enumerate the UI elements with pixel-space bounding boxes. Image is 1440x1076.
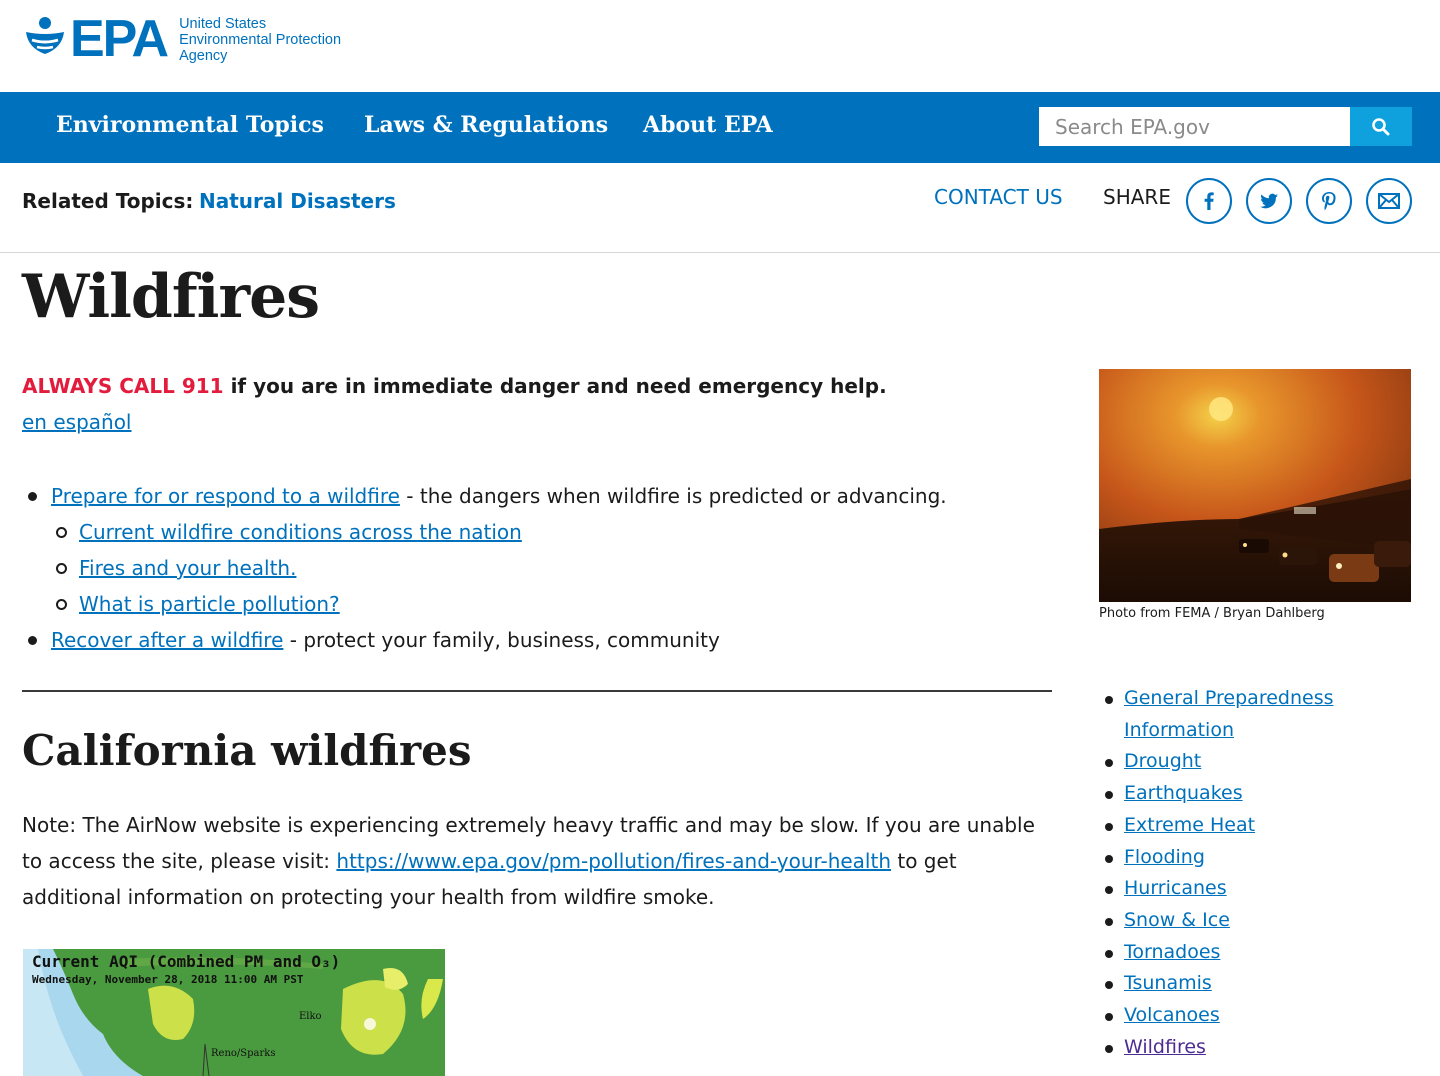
aqi-map-image[interactable]: Current AQI (Combined PM and O₃) Wednesd…: [23, 949, 445, 1076]
map-city-label: Reno/Sparks: [211, 1048, 276, 1059]
current-conditions-link[interactable]: Current wildfire conditions across the n…: [79, 520, 522, 544]
aqi-map-timestamp: Wednesday, November 28, 2018 11:00 AM PS…: [32, 973, 304, 986]
list-item-description: - protect your family, business, communi…: [283, 628, 720, 652]
pinterest-share-button[interactable]: [1306, 178, 1352, 224]
main-navigation: Environmental Topics Laws & Regulations …: [0, 92, 1440, 163]
list-item: Information: [1099, 715, 1419, 747]
map-city-label: Elko: [299, 1011, 322, 1022]
facebook-share-button[interactable]: [1186, 178, 1232, 224]
section-title: California wildfires: [22, 726, 472, 775]
epa-logo[interactable]: EPA United States Environmental Protecti…: [22, 10, 341, 68]
hurricanes-link[interactable]: Hurricanes: [1124, 877, 1227, 899]
facebook-icon: [1204, 192, 1214, 210]
twitter-icon: [1260, 193, 1278, 209]
twitter-share-button[interactable]: [1246, 178, 1292, 224]
alert-emphasis: ALWAYS CALL 911: [22, 374, 224, 398]
prepare-respond-link[interactable]: Prepare for or respond to a wildfire: [51, 484, 400, 508]
alert-text: if you are in immediate danger and need …: [223, 374, 887, 398]
list-item: Earthquakes: [1099, 778, 1419, 810]
snow-ice-link[interactable]: Snow & Ice: [1124, 909, 1230, 931]
flooding-link[interactable]: Flooding: [1124, 846, 1205, 868]
list-item: What is particle pollution?: [22, 586, 1062, 622]
tsunamis-link[interactable]: Tsunamis: [1124, 972, 1212, 994]
related-topics-bar: Related Topics: Natural Disasters CONTAC…: [0, 163, 1440, 253]
recover-after-link[interactable]: Recover after a wildfire: [51, 628, 283, 652]
contact-us-link[interactable]: CONTACT US: [934, 185, 1063, 209]
list-item: Snow & Ice: [1099, 905, 1419, 937]
agency-line: Agency: [179, 48, 228, 64]
earthquakes-link[interactable]: Earthquakes: [1124, 782, 1243, 804]
list-item: Recover after a wildfire - protect your …: [22, 622, 1062, 658]
share-label: SHARE: [1103, 185, 1171, 209]
tornadoes-link[interactable]: Tornadoes: [1124, 941, 1220, 963]
wildfire-photo: [1099, 369, 1411, 602]
list-item: Fires and your health.: [22, 550, 1062, 586]
list-item: Drought: [1099, 746, 1419, 778]
page-title: Wildfires: [22, 262, 320, 332]
nav-about-epa[interactable]: About EPA: [643, 112, 773, 138]
airnow-note: Note: The AirNow website is experiencing…: [22, 807, 1057, 915]
nav-environmental-topics[interactable]: Environmental Topics: [56, 112, 324, 138]
section-divider: [22, 690, 1052, 692]
list-item: Prepare for or respond to a wildfire - t…: [22, 478, 1062, 514]
disaster-links-list: General Preparedness Information Drought…: [1099, 683, 1419, 1063]
general-preparedness-link[interactable]: General Preparedness: [1124, 687, 1334, 709]
aqi-map-title: Current AQI (Combined PM and O₃): [32, 952, 341, 971]
search-input[interactable]: [1039, 107, 1350, 146]
envelope-icon: [1378, 193, 1400, 209]
list-item: General Preparedness: [1099, 683, 1419, 715]
agency-line: United States: [179, 16, 267, 32]
agency-name: United States Environmental Protection A…: [179, 16, 341, 64]
nav-laws-regulations[interactable]: Laws & Regulations: [364, 112, 608, 138]
site-header: EPA United States Environmental Protecti…: [0, 0, 1440, 92]
fires-health-link[interactable]: Fires and your health.: [79, 556, 296, 580]
list-item: Flooding: [1099, 842, 1419, 874]
related-topic-natural-disasters[interactable]: Natural Disasters: [199, 189, 396, 213]
general-preparedness-link-line2[interactable]: Information: [1124, 719, 1234, 741]
photo-caption: Photo from FEMA / Bryan Dahlberg: [1099, 606, 1325, 621]
list-item: Wildfires: [1099, 1032, 1419, 1064]
list-item: Extreme Heat: [1099, 810, 1419, 842]
list-item: Hurricanes: [1099, 873, 1419, 905]
wildfire-resource-list: Prepare for or respond to a wildfire - t…: [22, 478, 1062, 658]
particle-pollution-link[interactable]: What is particle pollution?: [79, 592, 340, 616]
search-icon: [1372, 117, 1390, 135]
pinterest-icon: [1322, 192, 1336, 211]
list-item: Current wildfire conditions across the n…: [22, 514, 1062, 550]
agency-line: Environmental Protection: [179, 32, 342, 48]
fires-health-url-link[interactable]: https://www.epa.gov/pm-pollution/fires-a…: [336, 849, 891, 873]
espanol-link[interactable]: en español: [22, 410, 131, 434]
related-topics-label: Related Topics:: [22, 189, 194, 213]
logo-wordmark: EPA: [70, 10, 169, 68]
wildfire-photo-graphic: [1099, 369, 1411, 602]
emergency-alert: ALWAYS CALL 911 if you are in immediate …: [22, 374, 887, 398]
extreme-heat-link[interactable]: Extreme Heat: [1124, 814, 1255, 836]
drought-link[interactable]: Drought: [1124, 750, 1201, 772]
epa-flower-icon: [26, 17, 64, 54]
volcanoes-link[interactable]: Volcanoes: [1124, 1004, 1220, 1026]
wildfires-link[interactable]: Wildfires: [1124, 1036, 1206, 1058]
list-item-description: - the dangers when wildfire is predicted…: [399, 484, 947, 508]
list-item: Volcanoes: [1099, 1000, 1419, 1032]
email-share-button[interactable]: [1366, 178, 1412, 224]
list-item: Tornadoes: [1099, 937, 1419, 969]
search-button[interactable]: [1350, 107, 1412, 146]
list-item: Tsunamis: [1099, 968, 1419, 1000]
